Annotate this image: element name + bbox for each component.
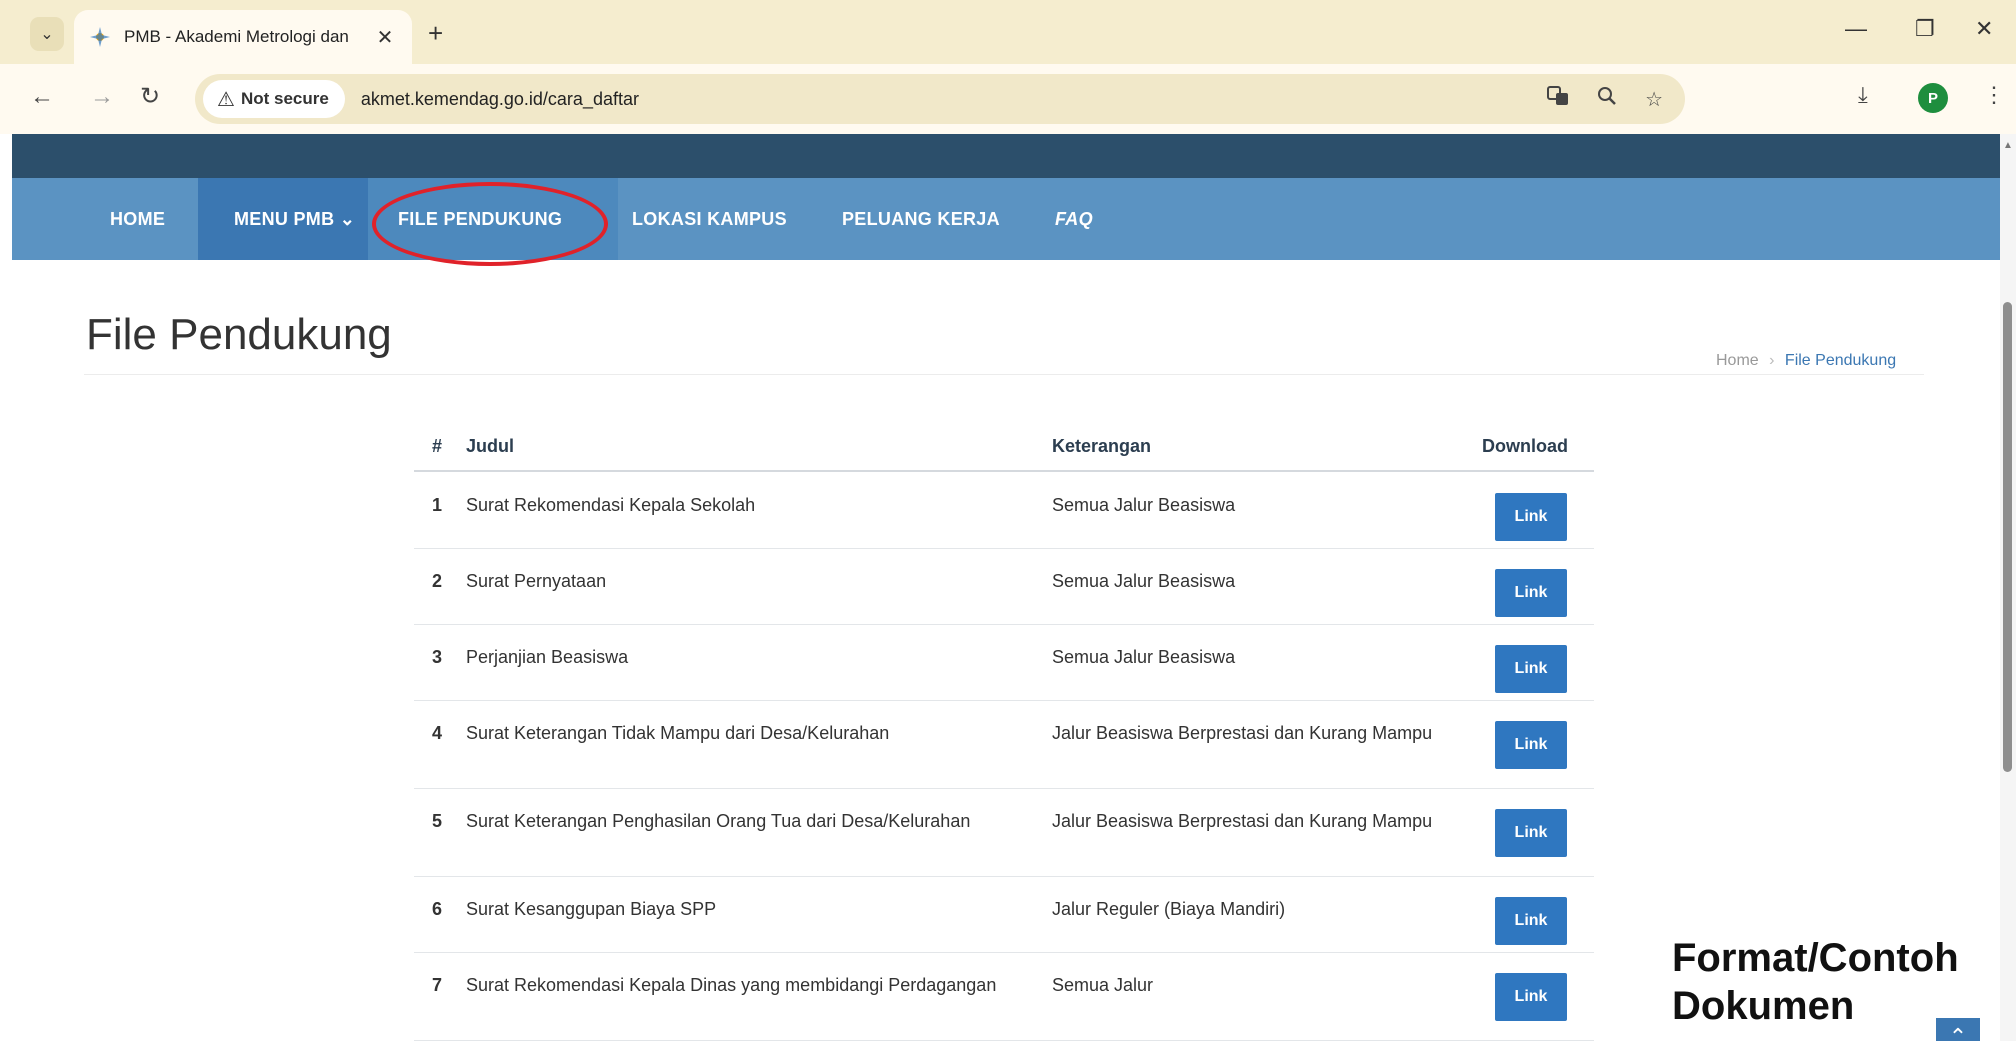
row-num: 2 bbox=[432, 571, 443, 591]
header-judul: Judul bbox=[466, 436, 514, 456]
bookmark-star-icon[interactable]: ☆ bbox=[1645, 87, 1663, 112]
web-page: HOME MENU PMB ⌄ FILE PENDUKUNG LOKASI KA… bbox=[0, 134, 2000, 1041]
row-keterangan: Semua Jalur bbox=[1052, 975, 1154, 995]
row-judul: Surat Keterangan Penghasilan Orang Tua d… bbox=[466, 811, 971, 831]
row-num: 1 bbox=[432, 495, 443, 515]
table-row: 5 Surat Keterangan Penghasilan Orang Tua… bbox=[414, 789, 1594, 877]
title-divider bbox=[84, 374, 1924, 375]
address-bar[interactable]: ⚠ Not secure akmet.kemendag.go.id/cara_d… bbox=[195, 74, 1685, 124]
annotation-line-1: Format/Contoh bbox=[1672, 936, 1959, 980]
download-icon[interactable]: ⤓ bbox=[1858, 82, 1868, 108]
format-annotation: Format/Contoh Dokumen bbox=[1672, 934, 1959, 1030]
window-minimize-icon[interactable]: — bbox=[1845, 16, 1867, 42]
row-keterangan: Jalur Beasiswa Berprestasi dan Kurang Ma… bbox=[1052, 811, 1433, 831]
table-header: # Judul Keterangan Download bbox=[414, 422, 1594, 472]
window-close-icon[interactable]: ✕ bbox=[1975, 16, 1993, 42]
security-chip[interactable]: ⚠ Not secure bbox=[203, 80, 345, 118]
new-tab-plus-icon[interactable]: + bbox=[428, 20, 443, 46]
nav-home[interactable]: HOME bbox=[110, 178, 165, 260]
download-link-button[interactable]: Link bbox=[1495, 569, 1567, 617]
table-row: 2 Surat Pernyataan Semua Jalur Beasiswa … bbox=[414, 549, 1594, 625]
row-judul: Surat Kesanggupan Biaya SPP bbox=[466, 899, 717, 919]
window-restore-icon[interactable]: ❐ bbox=[1915, 16, 1935, 42]
site-favicon-icon bbox=[88, 25, 112, 49]
browser-tab-bar: ⌄ PMB - Akademi Metrologi dan ✕ + — ❐ ✕ bbox=[0, 0, 2016, 64]
page-scrollbar[interactable]: ▲ bbox=[2000, 134, 2016, 1041]
main-navigation: HOME MENU PMB ⌄ FILE PENDUKUNG LOKASI KA… bbox=[12, 178, 2000, 266]
row-num: 6 bbox=[432, 899, 443, 919]
red-highlight-ellipse bbox=[372, 182, 608, 266]
row-num: 5 bbox=[432, 811, 443, 831]
row-num: 7 bbox=[432, 975, 443, 995]
download-link-button[interactable]: Link bbox=[1495, 809, 1567, 857]
forward-arrow-icon[interactable]: → bbox=[90, 82, 114, 112]
reload-icon[interactable]: ↻ bbox=[140, 82, 160, 112]
table-row: 4 Surat Keterangan Tidak Mampu dari Desa… bbox=[414, 701, 1594, 789]
nav-peluang-kerja[interactable]: PELUANG KERJA bbox=[842, 178, 1000, 260]
scroll-up-arrow-icon[interactable]: ▲ bbox=[2003, 140, 2013, 151]
tab-search-chevron-icon[interactable]: ⌄ bbox=[30, 17, 64, 51]
table-row: 6 Surat Kesanggupan Biaya SPP Jalur Regu… bbox=[414, 877, 1594, 953]
breadcrumb-separator: › bbox=[1769, 352, 1775, 369]
breadcrumb: Home › File Pendukung bbox=[1716, 352, 1896, 370]
page-title: File Pendukung bbox=[86, 310, 392, 359]
row-judul: Surat Keterangan Tidak Mampu dari Desa/K… bbox=[466, 723, 890, 743]
row-judul: Surat Pernyataan bbox=[466, 571, 607, 591]
download-link-button[interactable]: Link bbox=[1495, 493, 1567, 541]
row-num: 4 bbox=[432, 723, 443, 743]
tab-title: PMB - Akademi Metrologi dan bbox=[124, 27, 349, 46]
row-keterangan: Semua Jalur Beasiswa bbox=[1052, 495, 1236, 515]
header-num: # bbox=[432, 436, 443, 456]
download-link-button[interactable]: Link bbox=[1495, 721, 1567, 769]
download-link-button[interactable]: Link bbox=[1495, 897, 1567, 945]
browser-menu-kebab-icon[interactable]: ⋮ bbox=[1983, 82, 2005, 108]
row-num: 3 bbox=[432, 647, 443, 667]
site-top-strip bbox=[12, 134, 2000, 178]
annotation-line-2: Dokumen bbox=[1672, 984, 1855, 1028]
row-judul: Surat Rekomendasi Kepala Sekolah bbox=[466, 495, 756, 515]
nav-lokasi-kampus[interactable]: LOKASI KAMPUS bbox=[632, 178, 787, 260]
row-keterangan: Jalur Reguler (Biaya Mandiri) bbox=[1052, 899, 1286, 919]
tab-close-icon[interactable]: ✕ bbox=[372, 25, 398, 50]
warning-triangle-icon: ⚠ bbox=[217, 88, 235, 111]
row-keterangan: Semua Jalur Beasiswa bbox=[1052, 571, 1236, 591]
table-row: 1 Surat Rekomendasi Kepala Sekolah Semua… bbox=[414, 473, 1594, 549]
row-judul: Surat Rekomendasi Kepala Dinas yang memb… bbox=[466, 975, 997, 995]
breadcrumb-home[interactable]: Home bbox=[1716, 352, 1759, 369]
scrollbar-thumb[interactable] bbox=[2003, 302, 2012, 772]
back-to-top-chevron-icon[interactable]: ⌃ bbox=[1936, 1018, 1980, 1041]
download-link-button[interactable]: Link bbox=[1495, 973, 1567, 1021]
browser-tab[interactable]: PMB - Akademi Metrologi dan ✕ bbox=[74, 10, 412, 64]
url-text[interactable]: akmet.kemendag.go.id/cara_daftar bbox=[361, 89, 639, 110]
row-keterangan: Semua Jalur Beasiswa bbox=[1052, 647, 1236, 667]
security-label: Not secure bbox=[240, 89, 329, 108]
header-keterangan: Keterangan bbox=[1052, 436, 1152, 456]
back-arrow-icon[interactable]: ← bbox=[30, 82, 54, 112]
browser-toolbar: ← → ↻ ⚠ Not secure akmet.kemendag.go.id/… bbox=[0, 64, 2016, 134]
breadcrumb-current: File Pendukung bbox=[1784, 352, 1897, 369]
table-row: 3 Perjanjian Beasiswa Semua Jalur Beasis… bbox=[414, 625, 1594, 701]
translate-icon[interactable] bbox=[1547, 86, 1569, 112]
zoom-icon[interactable] bbox=[1597, 86, 1617, 112]
nav-faq[interactable]: FAQ bbox=[1055, 178, 1093, 260]
table-row: 7 Surat Rekomendasi Kepala Dinas yang me… bbox=[414, 953, 1594, 1041]
row-keterangan: Jalur Beasiswa Berprestasi dan Kurang Ma… bbox=[1052, 723, 1433, 743]
profile-avatar[interactable]: P bbox=[1918, 83, 1948, 113]
download-link-button[interactable]: Link bbox=[1495, 645, 1567, 693]
header-download: Download bbox=[1482, 436, 1568, 456]
nav-menu-pmb[interactable]: MENU PMB ⌄ bbox=[198, 178, 368, 260]
row-judul: Perjanjian Beasiswa bbox=[466, 647, 629, 667]
